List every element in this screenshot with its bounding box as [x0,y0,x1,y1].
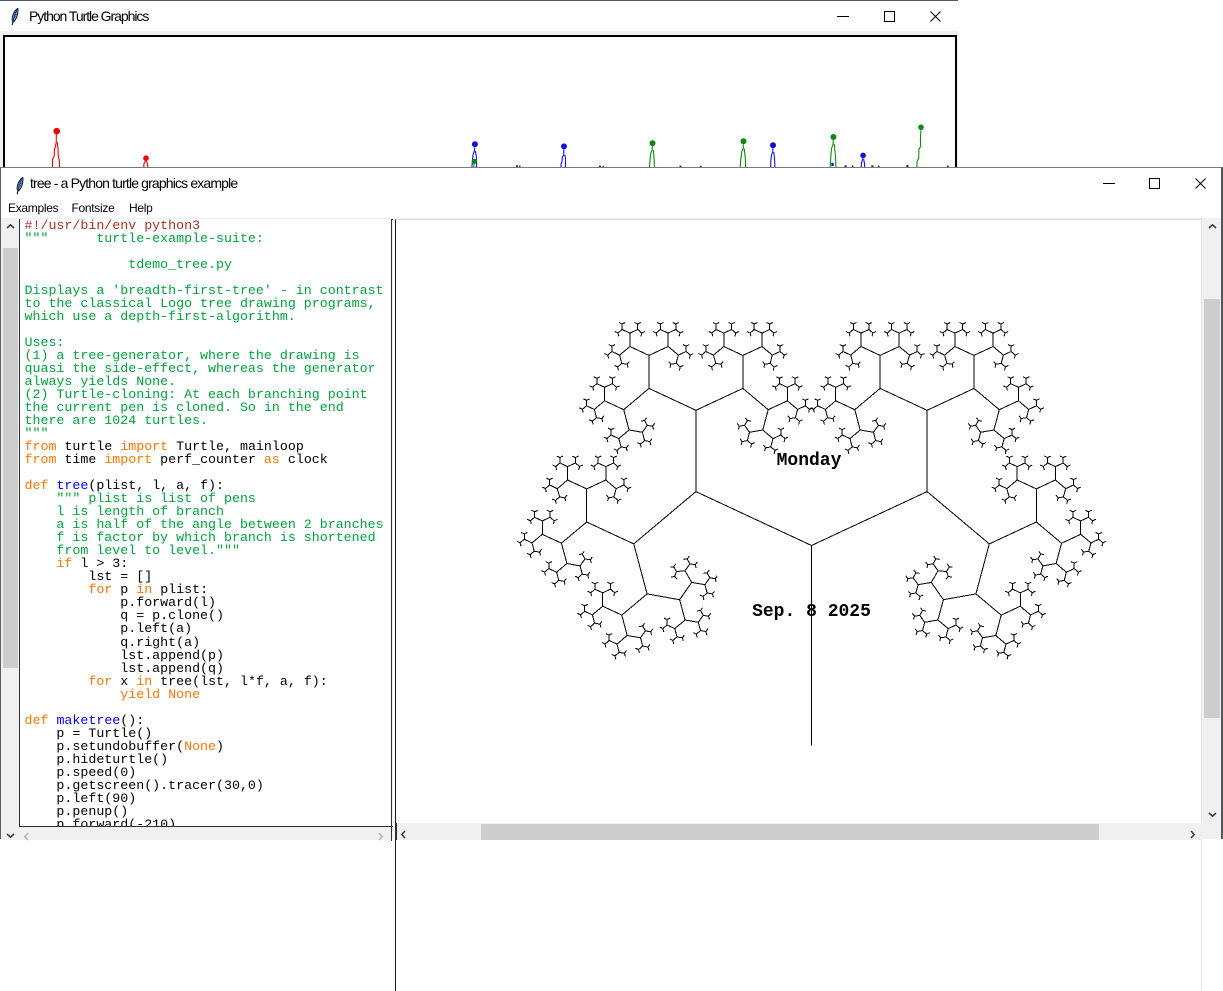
svg-text:Monday: Monday [776,451,841,471]
svg-text:Sep. 8 2025: Sep. 8 2025 [752,602,871,622]
